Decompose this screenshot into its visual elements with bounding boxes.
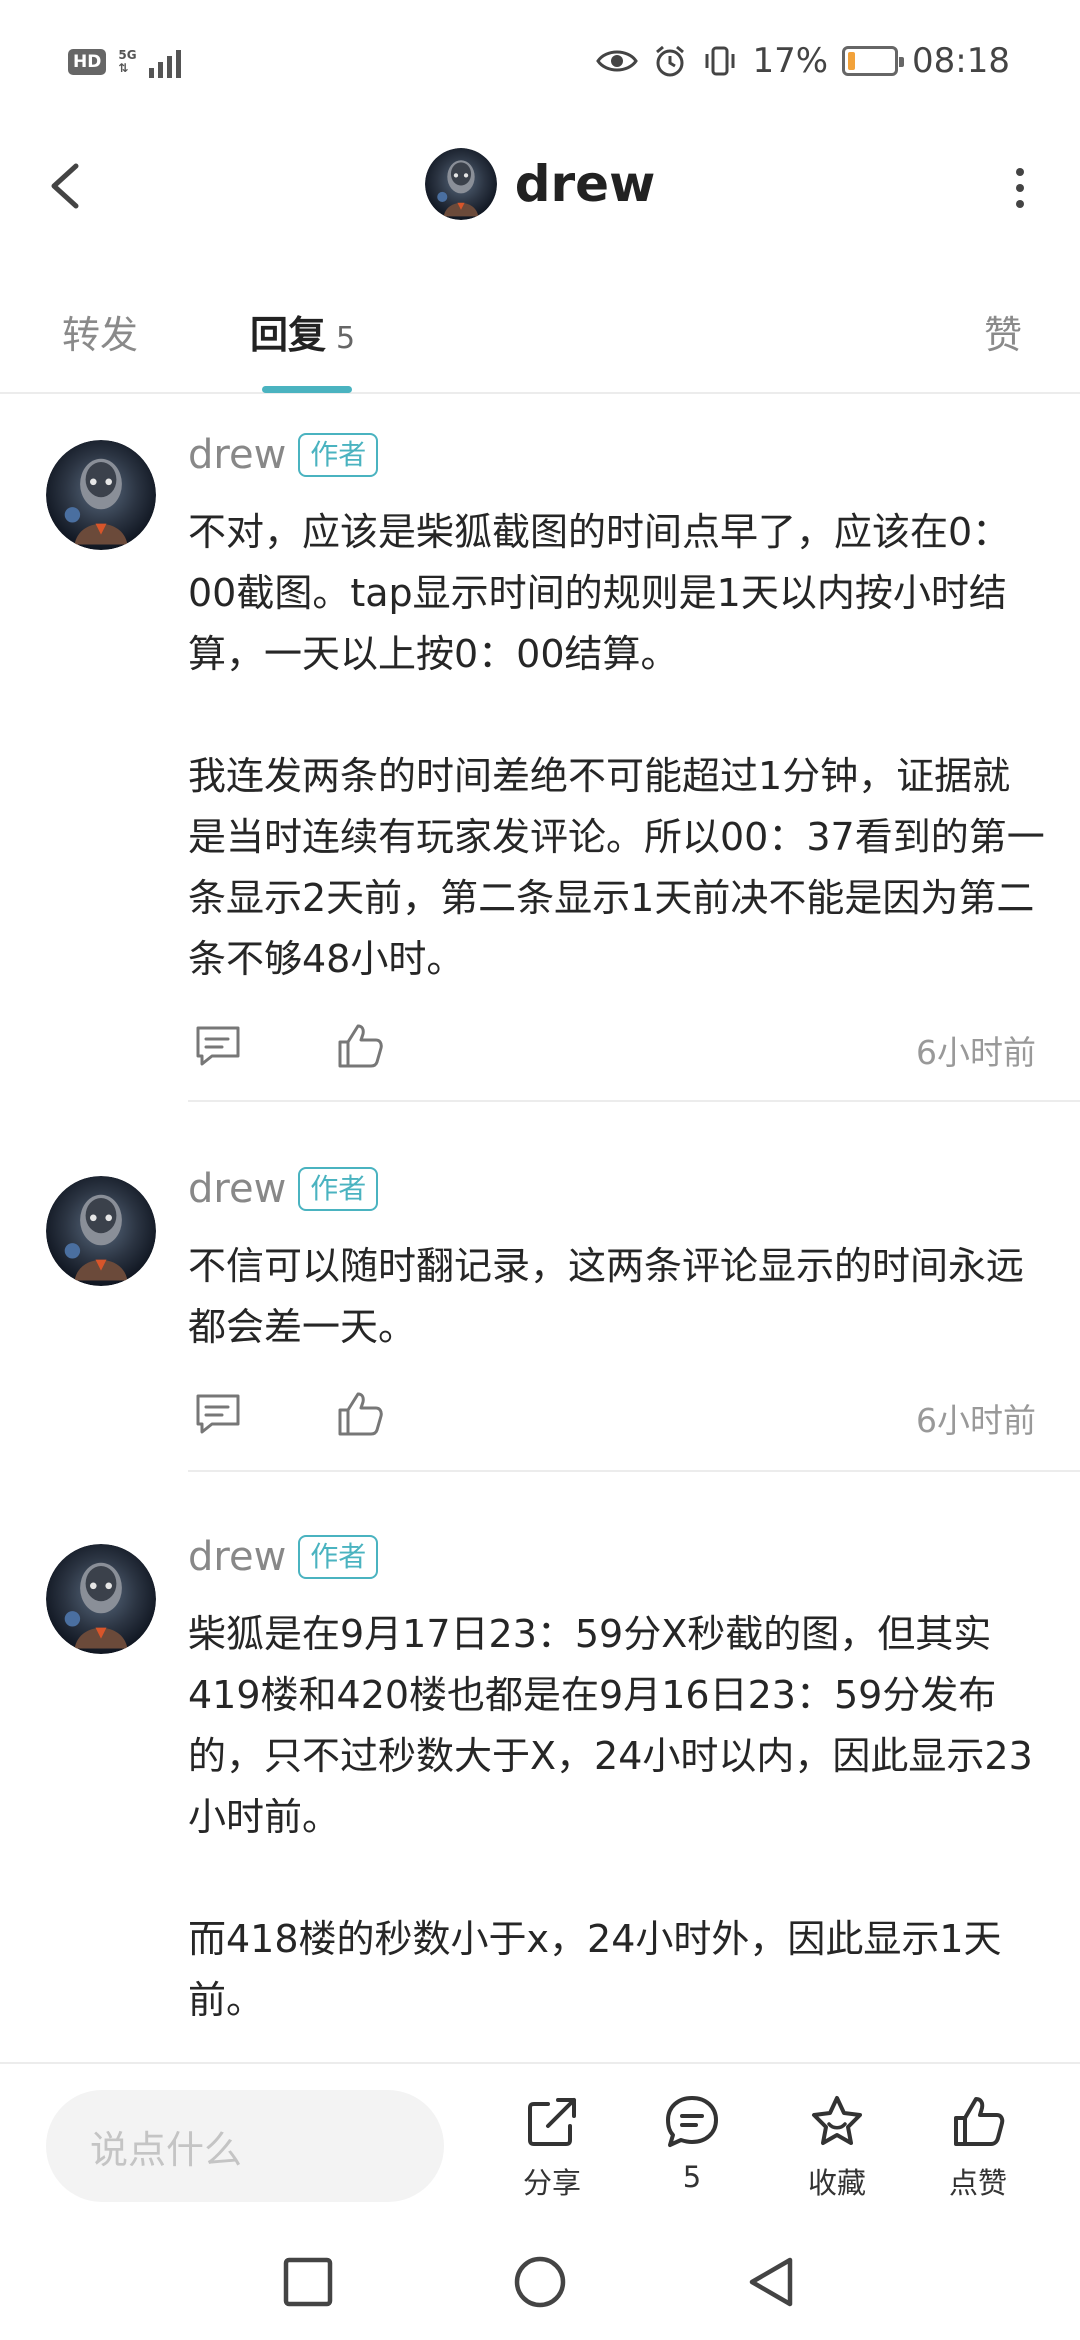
comment-divider — [188, 1100, 1080, 1102]
battery-icon — [842, 46, 905, 76]
comment-time: 6小时前 — [916, 1033, 1036, 1072]
avatar[interactable] — [46, 440, 156, 550]
like-label: 点赞 — [948, 2166, 1007, 2200]
share-label: 分享 — [522, 2166, 581, 2200]
comment-divider — [188, 1470, 1080, 1472]
share-button[interactable]: 分享 — [502, 2092, 602, 2202]
comment-header: drew 作者 — [188, 1166, 379, 1212]
signal-icon — [148, 46, 181, 78]
comment-text: 柴狐是在9月17日23：59分X秒截的图，但其实419楼和420楼也都是在9月1… — [188, 1612, 1033, 2022]
comment-input[interactable]: 说点什么 — [46, 2090, 444, 2202]
comment-time: 6小时前 — [916, 1401, 1036, 1440]
tab-replies[interactable]: 回复 5 — [250, 304, 355, 359]
comment-text: 不信可以随时翻记录，这两条评论显示的时间永远都会差一天。 — [188, 1244, 1025, 1349]
comment-author[interactable]: drew — [188, 1534, 286, 1580]
battery-fill — [848, 52, 856, 70]
clock: 08:18 — [912, 41, 1010, 81]
network-indicator: 5G ⇅ — [118, 49, 136, 75]
tab-replies-label: 回复 — [250, 313, 327, 357]
comment-header: drew 作者 — [188, 432, 379, 478]
like-icon[interactable] — [334, 1388, 386, 1440]
comment-bubble-icon — [666, 2096, 718, 2147]
tab-replies-count: 5 — [336, 321, 356, 356]
comments-button[interactable]: 5 — [642, 2092, 742, 2194]
like-icon[interactable] — [334, 1020, 386, 1072]
favorite-button[interactable]: 收藏 — [787, 2092, 887, 2202]
comment-author[interactable]: drew — [188, 432, 286, 478]
more-options-icon[interactable] — [1008, 160, 1032, 216]
tab-reposts[interactable]: 转发 — [62, 304, 138, 359]
back-triangle-icon[interactable] — [742, 2252, 802, 2312]
reply-icon[interactable] — [192, 1388, 244, 1440]
battery-percent: 17% — [752, 41, 829, 81]
thumbs-up-icon — [954, 2097, 1005, 2146]
author-badge: 作者 — [298, 1167, 379, 1211]
app-header: drew — [0, 120, 1080, 250]
status-right: 17% 08:18 — [596, 36, 1010, 86]
comment-header: drew 作者 — [188, 1534, 379, 1580]
avatar[interactable] — [424, 148, 497, 220]
recents-square-icon[interactable] — [278, 2252, 338, 2312]
system-nav-bar — [0, 2224, 1080, 2340]
star-icon — [812, 2096, 862, 2145]
page-title: drew — [514, 155, 656, 213]
comment-item: drew 作者 不对，应该是柴狐截图的时间点早了，应该在0：00截图。tap显示… — [0, 400, 1080, 1102]
reply-icon[interactable] — [192, 1020, 244, 1072]
data-arrows-icon: ⇅ — [118, 61, 129, 75]
comment-item: drew 作者 柴狐是在9月17日23：59分X秒截的图，但其实419楼和420… — [0, 1504, 1080, 2060]
vibrate-icon — [705, 46, 735, 76]
avatar[interactable] — [46, 1544, 156, 1654]
comment-author[interactable]: drew — [188, 1166, 286, 1212]
author-badge: 作者 — [298, 1535, 379, 1579]
bottom-action-bar: 说点什么 分享 5 收藏 点赞 — [0, 2062, 1080, 2222]
comment-text: 不对，应该是柴狐截图的时间点早了，应该在0：00截图。tap显示时间的规则是1天… — [188, 510, 1045, 981]
author-badge: 作者 — [298, 433, 379, 477]
hd-badge: HD — [68, 49, 107, 75]
comment-actions: 6小时前 — [188, 1388, 1036, 1448]
status-bar: HD 5G ⇅ 17% 08:18 — [0, 0, 1080, 120]
comment-count: 5 — [682, 2160, 702, 2194]
eye-icon — [596, 50, 639, 72]
alarm-icon — [656, 45, 685, 77]
comment-item: drew 作者 不信可以随时翻记录，这两条评论显示的时间永远都会差一天。 6小时… — [0, 1136, 1080, 1474]
avatar[interactable] — [46, 1176, 156, 1286]
favorite-label: 收藏 — [807, 2166, 866, 2200]
home-circle-icon[interactable] — [510, 2252, 570, 2312]
tab-likes[interactable]: 赞 — [984, 304, 1022, 359]
active-tab-indicator — [262, 386, 352, 393]
tab-bar: 转发 回复 5 赞 — [0, 280, 1080, 394]
like-button[interactable]: 点赞 — [928, 2092, 1028, 2202]
status-left: HD 5G ⇅ — [68, 40, 181, 84]
share-icon — [528, 2098, 576, 2146]
comment-actions: 6小时前 — [188, 1020, 1036, 1080]
header-title-group: drew — [0, 148, 1080, 220]
